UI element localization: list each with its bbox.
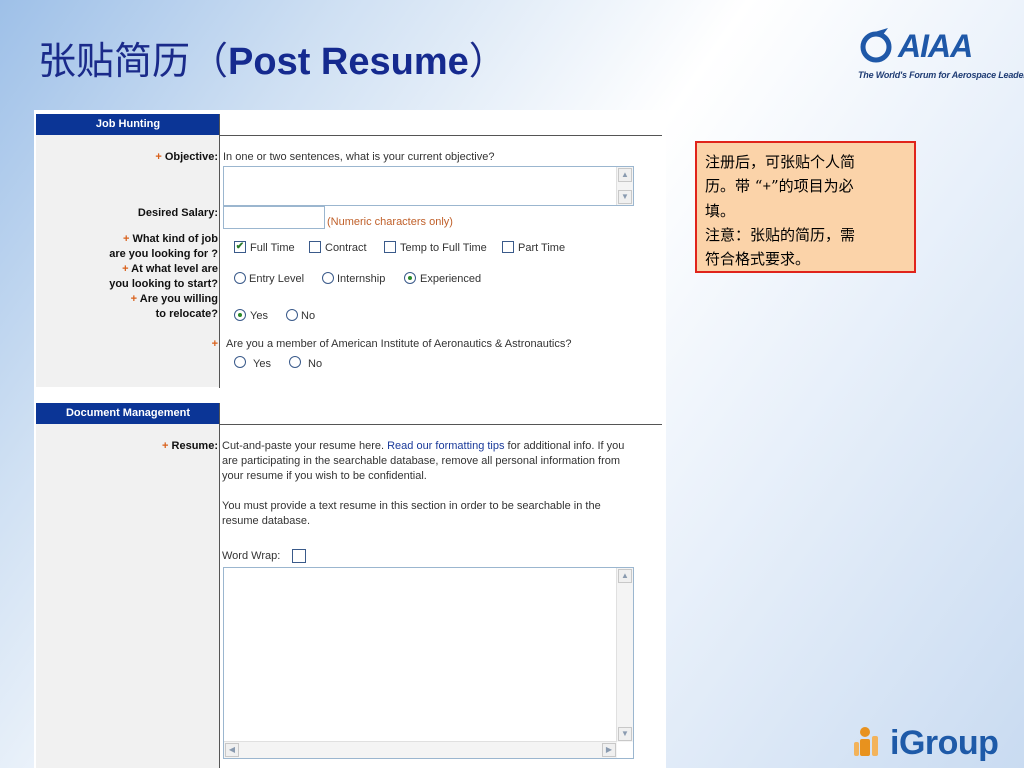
post-resume-form: Job Hunting Document Management + Object… xyxy=(34,110,666,768)
member-yes-radio[interactable] xyxy=(234,356,246,368)
igroup-wordmark: iGroup xyxy=(890,724,999,762)
entry-level-label: Entry Level xyxy=(249,273,305,285)
scroll-right-icon[interactable]: ▶ xyxy=(602,743,616,757)
resume-intro-tail: for additional info. If you xyxy=(507,440,625,452)
document-management-header: Document Management xyxy=(36,403,220,424)
note-line5: 符合格式要求。 xyxy=(705,250,811,268)
scroll-up-icon[interactable]: ▲ xyxy=(618,569,632,583)
resume-intro: Cut-and-paste your resume here. xyxy=(222,440,385,452)
resume-intro-line3: your resume if you wish to be confidenti… xyxy=(222,470,427,482)
level-label-line2: you looking to start? xyxy=(109,278,218,290)
job-kind-label: + What kind of job are you looking for ? xyxy=(109,232,218,262)
objective-textarea[interactable]: ▲ ▼ xyxy=(223,166,634,206)
member-no-label: No xyxy=(308,358,323,370)
relocate-label-line2: to relocate? xyxy=(155,308,218,320)
level-label-line1: At what level are xyxy=(131,263,218,275)
required-marker: + xyxy=(162,440,169,452)
igroup-logo: iGroup xyxy=(852,722,1022,762)
note-line2a: 历。带 “ xyxy=(705,177,763,195)
slide-title-en: Post Resume xyxy=(228,41,469,83)
objective-label-text: Objective: xyxy=(164,151,218,163)
job-hunting-divider xyxy=(219,114,220,388)
membership-question: Are you a member of American Institute o… xyxy=(226,338,572,350)
objective-label: + Objective: xyxy=(155,150,218,165)
contract-label: Contract xyxy=(325,242,367,254)
resume-requirement: You must provide a text resume in this s… xyxy=(222,499,662,529)
experienced-radio[interactable] xyxy=(404,272,416,284)
job-hunting-header-rule xyxy=(220,135,662,136)
contract-checkbox[interactable] xyxy=(309,241,321,253)
word-wrap-label: Word Wrap: xyxy=(222,550,281,562)
level-label: + At what level are you looking to start… xyxy=(109,262,218,292)
note-line4: 注意：张贴的简历，需 xyxy=(705,226,856,244)
igroup-mark-icon xyxy=(854,727,878,756)
resume-requirement-line1: You must provide a text resume in this s… xyxy=(222,500,601,512)
scroll-down-icon[interactable]: ▼ xyxy=(618,190,632,204)
member-no-radio[interactable] xyxy=(289,356,301,368)
resume-horizontal-scrollbar[interactable]: ◀ ▶ xyxy=(224,741,617,758)
word-wrap-checkbox[interactable] xyxy=(292,549,306,563)
scroll-up-icon[interactable]: ▲ xyxy=(618,168,632,182)
experienced-label: Experienced xyxy=(420,273,482,285)
relocate-label: + Are you willing to relocate? xyxy=(131,292,218,322)
scroll-left-icon[interactable]: ◀ xyxy=(225,743,239,757)
temp-to-full-time-checkbox[interactable] xyxy=(384,241,396,253)
relocate-label-line1: Are you willing xyxy=(139,293,218,305)
resume-intro-line2: are participating in the searchable data… xyxy=(222,455,621,467)
entry-level-radio[interactable] xyxy=(234,272,246,284)
relocate-yes-radio[interactable] xyxy=(234,309,246,321)
required-marker: + xyxy=(122,233,130,245)
salary-input[interactable] xyxy=(223,206,325,229)
slide-title-close: ） xyxy=(468,39,507,83)
aiaa-logo-text: AIAA xyxy=(898,28,973,64)
document-header-rule xyxy=(220,424,662,425)
internship-radio[interactable] xyxy=(322,272,334,284)
note-line1: 注册后，可张贴个人简 xyxy=(705,153,856,171)
slide-title: 张贴简历（Post Resume） xyxy=(38,30,507,85)
resume-label-text: Resume: xyxy=(171,440,218,452)
temp-to-full-time-label: Temp to Full Time xyxy=(400,242,487,254)
document-label-column xyxy=(36,424,220,768)
resume-label: + Resume: xyxy=(162,439,218,454)
job-hunting-header: Job Hunting xyxy=(36,114,220,135)
required-marker: + xyxy=(211,338,218,350)
note-line3: 填。 xyxy=(705,202,736,220)
resume-vertical-scrollbar[interactable]: ▲ ▼ xyxy=(616,568,633,742)
relocate-no-label: No xyxy=(301,310,316,322)
note-line2-plus: + xyxy=(762,179,771,195)
scroll-down-icon[interactable]: ▼ xyxy=(618,727,632,741)
salary-label: Desired Salary: xyxy=(137,207,218,219)
required-marker: + xyxy=(155,151,162,163)
salary-hint: (Numeric characters only) xyxy=(327,216,453,228)
slide-title-cn: 张贴简历（ xyxy=(38,39,229,83)
resume-instructions: Cut-and-paste your resume here. Read our… xyxy=(222,439,662,484)
resume-textarea[interactable]: ▲ ▼ ◀ ▶ xyxy=(223,567,634,759)
objective-scrollbar[interactable]: ▲ ▼ xyxy=(616,167,633,205)
membership-label: + xyxy=(212,337,218,352)
full-time-label: Full Time xyxy=(250,242,295,254)
required-marker: + xyxy=(122,263,129,275)
job-kind-label-line1: What kind of job xyxy=(132,233,218,245)
part-time-label: Part Time xyxy=(518,242,566,254)
note-line2b: ”的项目为必 xyxy=(771,177,854,195)
aiaa-logo: AIAA The World's Forum for Aerospace Lea… xyxy=(858,26,1024,86)
internship-label: Internship xyxy=(337,273,386,285)
relocate-no-radio[interactable] xyxy=(286,309,298,321)
full-time-checkbox[interactable]: ✔ xyxy=(234,241,246,253)
aiaa-tagline: The World's Forum for Aerospace Leadersh… xyxy=(858,70,1024,80)
required-marker: + xyxy=(130,293,138,305)
part-time-checkbox[interactable] xyxy=(502,241,514,253)
relocate-yes-label: Yes xyxy=(250,310,268,322)
job-kind-label-line2: are you looking for ? xyxy=(109,248,218,260)
document-divider xyxy=(219,403,220,768)
objective-prompt: In one or two sentences, what is your cu… xyxy=(223,151,495,163)
resume-requirement-line2: resume database. xyxy=(222,515,311,527)
instruction-callout: 注册后，可张贴个人简 历。带 “+”的项目为必 填。 注意：张贴的简历，需 符合… xyxy=(695,141,916,273)
member-yes-label: Yes xyxy=(253,358,271,370)
formatting-tips-link[interactable]: Read our formatting tips xyxy=(387,440,504,452)
